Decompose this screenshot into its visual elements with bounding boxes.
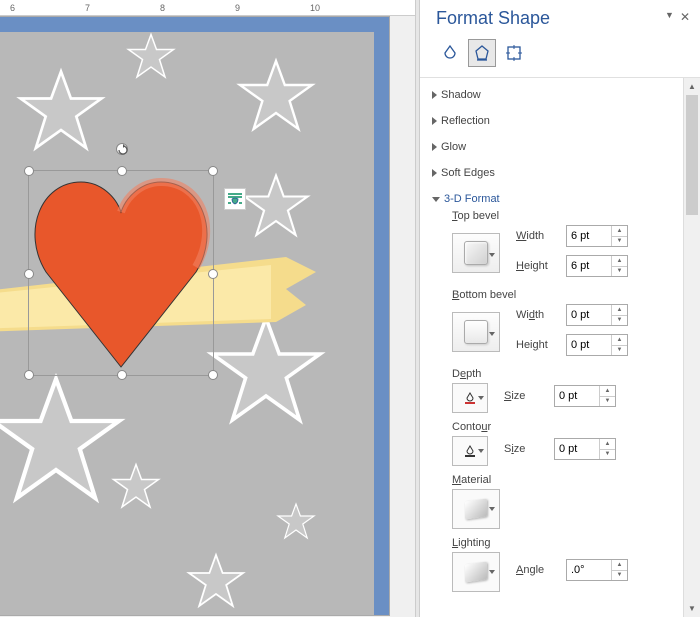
top-bevel-width-input[interactable]: ▲▼ [566, 225, 628, 247]
bottom-bevel-height-input[interactable]: ▲▼ [566, 334, 628, 356]
section-shadow[interactable]: Shadow [432, 86, 675, 104]
format-shape-panel: ▼ ✕ Format Shape Shadow Reflection Glow … [420, 0, 700, 617]
top-bevel-width-label: Width [516, 230, 560, 242]
document-canvas[interactable]: 6 7 8 9 10 [0, 0, 415, 617]
depth-size-input[interactable]: ▲▼ [554, 385, 616, 407]
star-shape [111, 462, 161, 512]
star-shape [241, 172, 311, 242]
rotation-handle[interactable] [116, 143, 128, 155]
tab-layout-properties[interactable] [500, 39, 528, 67]
scroll-up-button[interactable]: ▲ [684, 78, 700, 95]
section-glow[interactable]: Glow [432, 138, 675, 156]
depth-color-picker[interactable] [452, 383, 488, 413]
star-shape [186, 552, 246, 612]
bottom-bevel-label: Bottom bevel [452, 289, 675, 301]
depth-label: Depth [452, 368, 675, 380]
tab-effects[interactable] [468, 39, 496, 67]
panel-menu-icon[interactable]: ▼ [665, 10, 674, 24]
top-bevel-height-label: Height [516, 260, 560, 272]
section-soft-edges[interactable]: Soft Edges [432, 164, 675, 182]
scroll-thumb[interactable] [686, 95, 698, 215]
page [0, 16, 390, 616]
panel-title: Format Shape [436, 8, 684, 29]
panel-tabs [420, 33, 700, 78]
contour-size-input[interactable]: ▲▼ [554, 438, 616, 460]
star-shape [0, 372, 126, 512]
panel-window-controls: ▼ ✕ [665, 10, 690, 24]
top-bevel-picker[interactable] [452, 233, 500, 273]
section-3d-format[interactable]: 3-D Format [432, 190, 675, 208]
contour-label: Contour [452, 421, 675, 433]
lighting-angle-input[interactable]: ▲▼ [566, 559, 628, 581]
depth-size-label: Size [504, 390, 548, 402]
contour-color-picker[interactable] [452, 436, 488, 466]
star-shape [236, 57, 316, 137]
top-bevel-label: Top bevel [452, 210, 675, 222]
star-shape [276, 502, 316, 542]
tab-fill-line[interactable] [436, 39, 464, 67]
bottom-bevel-picker[interactable] [452, 312, 500, 352]
material-picker[interactable] [452, 489, 500, 529]
close-icon[interactable]: ✕ [680, 10, 690, 24]
selection-bounding-box[interactable] [28, 170, 214, 376]
bottom-bevel-width-input[interactable]: ▲▼ [566, 304, 628, 326]
lighting-angle-label: Angle [516, 564, 560, 576]
bottom-bevel-height-label: Height [516, 339, 560, 351]
lighting-picker[interactable] [452, 552, 500, 592]
star-shape [16, 67, 106, 157]
panel-scrollbar[interactable]: ▲ ▼ [683, 78, 700, 617]
star-shape [126, 32, 176, 82]
horizontal-ruler: 6 7 8 9 10 [0, 0, 415, 16]
lighting-label: Lighting [452, 537, 675, 549]
top-bevel-height-input[interactable]: ▲▼ [566, 255, 628, 277]
scroll-down-button[interactable]: ▼ [684, 600, 700, 617]
contour-size-label: Size [504, 443, 548, 455]
section-reflection[interactable]: Reflection [432, 112, 675, 130]
layout-options-button[interactable] [224, 188, 246, 210]
bottom-bevel-width-label: Width [516, 309, 560, 321]
material-label: Material [452, 474, 675, 486]
